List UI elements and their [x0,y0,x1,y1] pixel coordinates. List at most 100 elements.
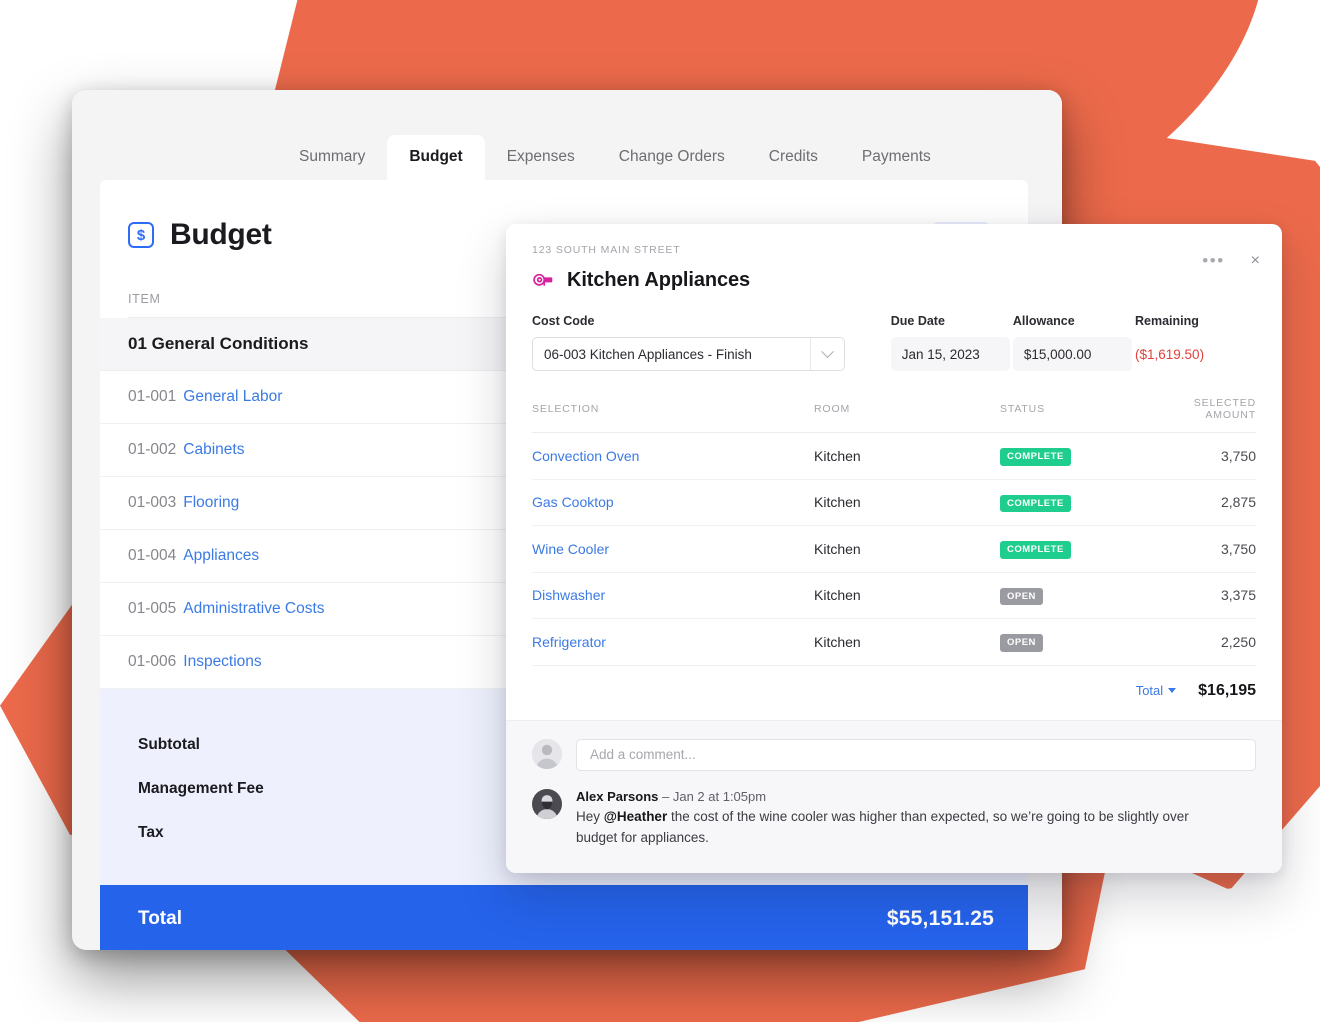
selection-name[interactable]: Convection Oven [532,448,814,464]
modal-address: 123 SOUTH MAIN STREET [532,244,681,256]
page-title: Budget [170,218,272,251]
due-date-value[interactable]: Jan 15, 2023 [890,337,1010,371]
comment-author-avatar [532,788,562,819]
tab-payments[interactable]: Payments [840,135,953,181]
tab-expenses[interactable]: Expenses [485,135,597,181]
cost-code-value: 06-003 Kitchen Appliances - Finish [544,346,752,362]
tab-bar: Summary Budget Expenses Change Orders Credit… [72,90,1062,180]
selection-status-cell: COMPLETE [1000,493,1150,512]
modal-title-row: Kitchen Appliances [532,268,1256,292]
selections-table: SELECTION ROOM STATUS SELECTED AMOUNT Co… [506,397,1282,720]
budget-item-name[interactable]: Cabinets [183,441,244,459]
selection-amount: 3,750 [1220,447,1256,464]
selection-name[interactable]: Refrigerator [532,634,814,650]
selection-status-cell: OPEN [1000,632,1150,652]
modal-actions: ••• × [1202,252,1260,269]
comment-mention[interactable]: @Heather [604,809,667,824]
comment-content: Alex Parsons – Jan 2 at 1:05pm Hey @Heat… [576,789,1216,849]
comment-text-after: the cost of the wine cooler was higher t… [576,809,1189,846]
remaining-field: Remaining ($1,619.50) [1135,314,1256,371]
selection-room: Kitchen [814,540,861,557]
selections-table-body: Convection Oven Kitchen COMPLETE 3,750 Gas C… [532,433,1256,666]
budget-total-bar: Total $55,151.25 [100,885,1028,950]
selection-name[interactable]: Dishwasher [532,587,814,603]
selection-row[interactable]: Refrigerator Kitchen OPEN 2,250 [532,619,1256,666]
tab-change-orders[interactable]: Change Orders [597,135,747,181]
selections-total-amount: $16,195 [1198,681,1256,699]
remaining-label: Remaining [1135,314,1199,328]
budget-item-code: 01-004 [128,547,177,564]
selection-name[interactable]: Wine Cooler [532,541,814,557]
close-icon[interactable]: × [1251,252,1260,269]
budget-item-code: 01-003 [128,494,177,511]
allowance-label: Allowance [1012,314,1075,328]
budget-item-name[interactable]: Administrative Costs [183,600,324,618]
cost-code-field: Cost Code 06-003 Kitchen Appliances - Fi… [532,314,845,371]
comment-input[interactable] [576,738,1256,771]
budget-total-amount: $55,151.25 [886,907,994,930]
due-date-label: Due Date [890,314,945,328]
appliance-hand-icon [533,273,553,286]
comment-composer [532,738,1256,771]
status-badge: OPEN [1000,587,1043,605]
column-header-status: STATUS [1000,403,1045,415]
comment-text-before: Hey [576,809,604,825]
cost-code-label: Cost Code [532,314,595,328]
total-type-label: Total [1135,683,1164,698]
comment-item: Alex Parsons – Jan 2 at 1:05pm Hey @Heat… [532,788,1256,849]
tab-credits[interactable]: Credits [747,135,840,181]
selection-row[interactable]: Gas Cooktop Kitchen COMPLETE 2,875 [532,480,1256,526]
comment-timestamp: – Jan 2 at 1:05pm [662,788,767,804]
column-header-room: ROOM [814,403,851,415]
comments-section: Alex Parsons – Jan 2 at 1:05pm Hey @Heat… [506,719,1282,873]
selections-table-header: SELECTION ROOM STATUS SELECTED AMOUNT [532,397,1256,433]
more-options-icon[interactable]: ••• [1202,252,1224,269]
selection-status-cell: COMPLETE [1000,539,1150,559]
budget-total-label: Total [138,908,182,929]
allowance-field: Allowance $15,000.00 [1012,314,1133,371]
budget-item-name[interactable]: Inspections [183,653,261,671]
chevron-down-icon [809,338,844,370]
budget-item-name[interactable]: Appliances [183,547,259,565]
modal-title: Kitchen Appliances [567,268,751,291]
modal-header: 123 SOUTH MAIN STREET Kitchen Appliances… [506,224,1282,292]
current-user-avatar [532,738,562,769]
selection-name[interactable]: Gas Cooktop [532,494,814,510]
total-type-dropdown[interactable]: Total [1135,683,1177,698]
budget-item-name[interactable]: General Labor [183,388,282,406]
selection-room: Kitchen [814,587,861,604]
selection-detail-modal: 123 SOUTH MAIN STREET Kitchen Appliances… [506,224,1282,873]
selection-row[interactable]: Convection Oven Kitchen COMPLETE 3,750 [532,433,1256,480]
selection-amount: 2,875 [1220,494,1256,511]
selection-row[interactable]: Dishwasher Kitchen OPEN 3,375 [532,573,1256,619]
tab-summary[interactable]: Summary [277,135,387,181]
cost-code-select[interactable]: 06-003 Kitchen Appliances - Finish [532,337,845,371]
tab-budget[interactable]: Budget [387,134,485,180]
selection-amount: 3,750 [1220,540,1256,557]
budget-item-code: 01-002 [128,441,177,458]
screenshot-root: Summary Budget Expenses Change Orders Credit… [0,0,1320,1022]
allowance-value[interactable]: $15,000.00 [1012,337,1133,371]
selection-amount: 3,375 [1220,587,1256,604]
comment-body: Hey @Heather the cost of the wine cooler… [576,807,1216,849]
budget-item-code: 01-005 [128,600,177,617]
budget-item-name[interactable]: Flooring [183,494,239,512]
comment-meta: Alex Parsons – Jan 2 at 1:05pm [576,789,1216,805]
caret-down-icon [1168,688,1177,693]
dollar-square-icon: $ [128,222,154,248]
status-badge: COMPLETE [1000,494,1071,512]
budget-item-code: 01-006 [128,653,177,670]
selection-status-cell: OPEN [1000,586,1150,605]
selection-status-cell: COMPLETE [1000,446,1150,466]
selection-room: Kitchen [814,447,861,464]
column-header-amount: SELECTED AMOUNT [1193,397,1256,421]
selection-room: Kitchen [814,633,861,650]
budget-item-code: 01-001 [128,388,177,405]
due-date-field: Due Date Jan 15, 2023 [890,314,1010,371]
remaining-value: ($1,619.50) [1135,346,1205,362]
comment-author-name: Alex Parsons [576,788,659,804]
status-badge: COMPLETE [1000,448,1071,466]
selections-total-row: Total $16,195 [532,666,1256,720]
selection-row[interactable]: Wine Cooler Kitchen COMPLETE 3,750 [532,526,1256,573]
column-header-selection: SELECTION [532,403,600,415]
